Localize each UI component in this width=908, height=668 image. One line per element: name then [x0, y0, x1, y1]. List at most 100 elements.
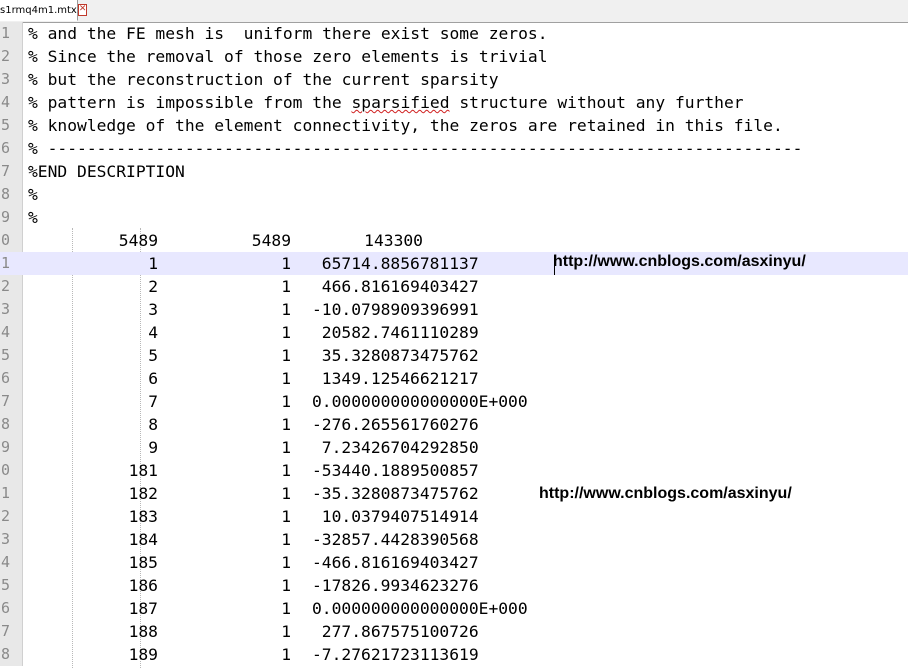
line-number: 8 [0, 645, 10, 663]
line-number: 7 [0, 392, 10, 410]
row-index: 185 [128, 553, 158, 572]
col-index: 1 [281, 553, 291, 572]
line-number: 8 [0, 185, 10, 203]
row-index: 9 [148, 438, 158, 457]
code-line[interactable]: 1 % and the FE mesh is uniform there exis… [0, 22, 908, 45]
entry-value: 0.000000000000000E+000 [312, 392, 528, 411]
entry-value: 35.3280873475762 [312, 346, 479, 365]
col-index: 1 [281, 323, 291, 342]
entry-value: -7.27621723113619 [312, 645, 479, 664]
row-index: 181 [128, 461, 158, 480]
watermark-url: http://www.cnblogs.com/asxinyu/ [553, 253, 806, 270]
code-line[interactable]: 9 9 1 7.23426704292850 [0, 436, 908, 459]
entry-value: 20582.7461110289 [312, 323, 479, 342]
row-index: 7 [148, 392, 158, 411]
col-index: 1 [281, 507, 291, 526]
code-line[interactable]: 8 189 1 -7.27621723113619 [0, 643, 908, 666]
entry-value: 65714.8856781137 [312, 254, 479, 273]
comment-text-part: structure without any further [449, 93, 744, 112]
comment-text: % [28, 185, 38, 204]
code-line[interactable]: 4 % pattern is impossible from the sparsi… [0, 91, 908, 114]
code-line[interactable]: 6 6 1 1349.12546621217 [0, 367, 908, 390]
entry-value: -10.0798909396991 [312, 300, 479, 319]
code-line[interactable]: 6 % -------------------------------------… [0, 137, 908, 160]
file-tab[interactable]: s1rmq4m1.mtx ✕ [0, 0, 88, 21]
line-number: 4 [0, 323, 10, 341]
row-index: 5 [148, 346, 158, 365]
entry-value: -35.3280873475762 [312, 484, 479, 503]
col-index: 1 [281, 346, 291, 365]
line-number: 5 [0, 576, 10, 594]
code-line[interactable]: 4 185 1 -466.816169403427 [0, 551, 908, 574]
col-index: 1 [281, 599, 291, 618]
code-line[interactable]: 3 184 1 -32857.4428390568 [0, 528, 908, 551]
row-index: 189 [128, 645, 158, 664]
entry-value: -53440.1889500857 [312, 461, 479, 480]
line-number: 2 [0, 47, 10, 65]
entry-value: -17826.9934623276 [312, 576, 479, 595]
code-line[interactable]: 2 183 1 10.0379407514914 [0, 505, 908, 528]
line-number: 1 [0, 484, 10, 502]
code-line[interactable]: 8% [0, 183, 908, 206]
code-line[interactable]: 0 181 1 -53440.1889500857 [0, 459, 908, 482]
comment-text: % Since the removal of those zero elemen… [28, 47, 548, 66]
entry-value: 10.0379407514914 [312, 507, 479, 526]
line-number: 5 [0, 346, 10, 364]
col-index: 1 [281, 254, 291, 273]
code-line[interactable]: 4 4 1 20582.7461110289 [0, 321, 908, 344]
line-number: 1 [0, 24, 10, 42]
watermark-url: http://www.cnblogs.com/asxinyu/ [539, 485, 792, 502]
comment-text: % --------------------------------------… [28, 139, 803, 158]
col-index: 1 [281, 461, 291, 480]
row-index: 184 [128, 530, 158, 549]
code-line[interactable]: 7 188 1 277.867575100726 [0, 620, 908, 643]
col-index: 1 [281, 622, 291, 641]
comment-text: % but the reconstruction of the current … [28, 70, 499, 89]
col-index: 1 [281, 277, 291, 296]
line-number: 4 [0, 93, 10, 111]
code-line[interactable]: 5 % knowledge of the element connectivity… [0, 114, 908, 137]
row-index: 186 [128, 576, 158, 595]
code-line[interactable]: 7 7 1 0.000000000000000E+000 [0, 390, 908, 413]
row-index: 3 [148, 300, 158, 319]
code-line[interactable]: 2 % Since the removal of those zero eleme… [0, 45, 908, 68]
code-line[interactable]: 3 3 1 -10.0798909396991 [0, 298, 908, 321]
code-line[interactable]: 8 8 1 -276.265561760276 [0, 413, 908, 436]
col-index: 1 [281, 300, 291, 319]
code-line[interactable]: 7 %END DESCRIPTION [0, 160, 908, 183]
code-line[interactable]: 6 187 1 0.000000000000000E+000 [0, 597, 908, 620]
col-index: 1 [281, 645, 291, 664]
tab-filename[interactable]: s1rmq4m1.mtx [0, 5, 77, 16]
line-number: 1 [0, 254, 10, 272]
code-line[interactable]: 5 5 1 35.3280873475762 [0, 344, 908, 367]
comment-text: % and the FE mesh is uniform there exist… [28, 24, 548, 43]
line-number: 3 [0, 70, 10, 88]
close-icon[interactable]: ✕ [77, 4, 88, 16]
line-number: 9 [0, 438, 10, 456]
entry-value: -466.816169403427 [312, 553, 479, 572]
code-line[interactable]: 0 5489 5489 143300 [0, 229, 908, 252]
entry-value: 0.000000000000000E+000 [312, 599, 528, 618]
comment-text-part: % pattern is impossible from the [28, 93, 352, 112]
row-index: 182 [128, 484, 158, 503]
code-line[interactable]: 9% [0, 206, 908, 229]
spellcheck-word: sparsified [351, 93, 450, 112]
line-number: 5 [0, 116, 10, 134]
line-number: 3 [0, 530, 10, 548]
code-line[interactable]: 5 186 1 -17826.9934623276 [0, 574, 908, 597]
row-index: 183 [128, 507, 158, 526]
entry-value: 7.23426704292850 [312, 438, 479, 457]
code-line[interactable]: 2 2 1 466.816169403427 [0, 275, 908, 298]
code-line[interactable]: 3 % but the reconstruction of the current… [0, 68, 908, 91]
col-index: 1 [281, 392, 291, 411]
row-index: 8 [148, 415, 158, 434]
matrix-rows: 5489 [118, 231, 158, 250]
comment-text: % pattern is impossible from the sparsif… [28, 91, 744, 114]
line-number: 2 [0, 507, 10, 525]
line-number: 7 [0, 162, 10, 180]
row-index: 2 [148, 277, 158, 296]
col-index: 1 [281, 438, 291, 457]
col-index: 1 [281, 415, 291, 434]
text-editor[interactable]: 1 % and the FE mesh is uniform there exis… [0, 22, 908, 668]
line-number: 7 [0, 622, 10, 640]
